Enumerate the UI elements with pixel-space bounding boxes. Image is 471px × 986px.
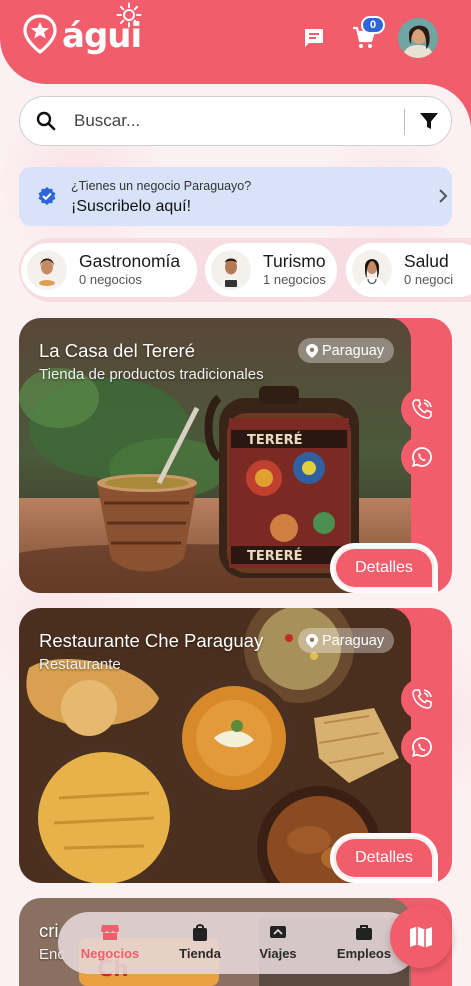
category-chip-gastronomia[interactable]: Gastronomía 0 negocios <box>21 243 197 297</box>
search-divider <box>404 109 405 135</box>
search-bar <box>19 96 452 146</box>
location-badge: Paraguay <box>298 338 395 363</box>
verified-badge-icon <box>38 187 56 205</box>
location-pin-logo-icon <box>23 14 57 54</box>
business-subtitle: Tienda de productos tradicionales <box>39 366 264 383</box>
promo-question: ¿Tienes un negocio Paraguayo? <box>71 179 252 193</box>
shopping-bag-icon <box>193 924 207 941</box>
business-subtitle: Restaurante <box>39 656 121 673</box>
location-text: Paraguay <box>322 342 385 359</box>
search-input[interactable] <box>74 97 394 145</box>
category-chip-salud[interactable]: Salud 0 negoci <box>346 243 471 297</box>
nav-label: Tienda <box>179 946 221 961</box>
category-name: Gastronomía <box>79 251 181 271</box>
nav-label: Viajes <box>259 946 297 961</box>
category-count: 0 negoci <box>404 272 454 287</box>
svg-text:TERERÉ: TERERÉ <box>247 432 303 448</box>
location-text: Paraguay <box>322 632 385 649</box>
store-icon <box>101 925 119 940</box>
svg-text:TERERÉ: TERERÉ <box>247 548 303 564</box>
business-card[interactable]: TERERÉ TERERÉ La Casa del Tereré Tienda … <box>19 318 452 593</box>
phone-icon <box>412 689 432 709</box>
category-image <box>27 250 67 290</box>
details-button[interactable]: Detalles <box>330 833 438 883</box>
map-button[interactable] <box>390 906 452 968</box>
sun-icon <box>116 2 142 28</box>
ticket-icon <box>270 926 286 938</box>
bottom-navigation: Negocios Tienda Viajes Empleos <box>58 912 418 974</box>
nav-tienda[interactable]: Tienda <box>162 922 238 961</box>
nav-label: Negocios <box>80 946 140 961</box>
business-title: La Casa del Tereré <box>39 340 195 361</box>
category-count: 0 negocios <box>79 272 142 287</box>
category-name: Turismo <box>263 251 326 271</box>
chevron-right-icon <box>439 189 448 203</box>
location-pin-icon <box>306 343 318 358</box>
business-title: Restaurante Che Paraguay <box>39 630 264 651</box>
nav-negocios[interactable]: Negocios <box>72 922 148 961</box>
details-button[interactable]: Detalles <box>330 543 438 593</box>
map-icon <box>410 926 432 948</box>
search-icon[interactable] <box>36 111 56 131</box>
category-count: 1 negocios <box>263 272 326 287</box>
call-button[interactable] <box>401 388 443 430</box>
phone-icon <box>412 399 432 419</box>
whatsapp-button[interactable] <box>401 726 443 768</box>
nav-viajes[interactable]: Viajes <box>240 922 316 961</box>
cart-count-badge: 0 <box>361 16 385 34</box>
app-header: águi 0 <box>0 0 471 84</box>
category-chip-turismo[interactable]: Turismo 1 negocios <box>205 243 337 297</box>
briefcase-icon <box>356 925 372 940</box>
category-track: Gastronomía 0 negocios Turismo 1 negocio… <box>19 238 471 302</box>
nav-label: Empleos <box>336 946 392 961</box>
location-badge: Paraguay <box>298 628 395 653</box>
promo-cta: ¡Suscribelo aquí! <box>71 198 192 215</box>
chat-icon[interactable] <box>302 26 326 50</box>
business-card[interactable]: Restaurante Che Paraguay Restaurante Par… <box>19 608 452 883</box>
category-carousel: Gastronomía 0 negocios Turismo 1 negocio… <box>0 238 471 302</box>
business-title: cri <box>39 920 59 941</box>
whatsapp-button[interactable] <box>401 436 443 478</box>
category-image <box>352 250 392 290</box>
user-avatar[interactable] <box>398 18 438 58</box>
category-name: Salud <box>404 251 449 271</box>
filter-icon[interactable] <box>418 110 440 132</box>
whatsapp-icon <box>412 447 432 467</box>
location-pin-icon <box>306 633 318 648</box>
subscribe-business-banner[interactable]: ¿Tienes un negocio Paraguayo? ¡Suscribel… <box>19 167 452 226</box>
whatsapp-icon <box>412 737 432 757</box>
category-image <box>211 250 251 290</box>
call-button[interactable] <box>401 678 443 720</box>
